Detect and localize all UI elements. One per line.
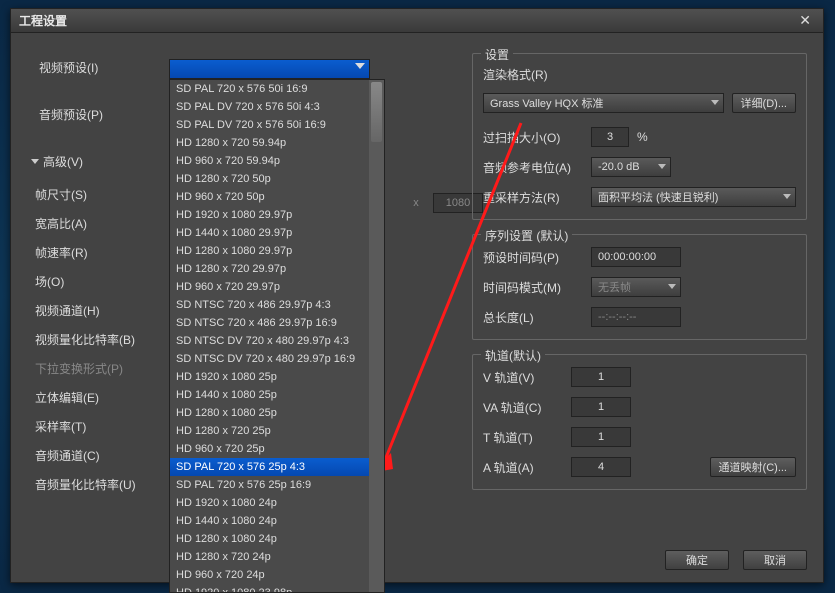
dropdown-item[interactable]: HD 1280 x 720 24p [170,548,371,566]
dropdown-item[interactable]: SD PAL 720 x 576 25p 4:3 [170,458,371,476]
va-track-input[interactable] [571,397,631,417]
nav-video-quant[interactable]: 视频量化比特率(B) [31,325,161,354]
dropdown-item[interactable]: HD 960 x 720 29.97p [170,278,371,296]
nav-sample-rate[interactable]: 采样率(T) [31,412,161,441]
dropdown-item[interactable]: HD 1280 x 720 29.97p [170,260,371,278]
dropdown-item[interactable]: SD PAL 720 x 576 25p 16:9 [170,476,371,494]
dropdown-item[interactable]: SD NTSC DV 720 x 480 29.97p 16:9 [170,350,371,368]
sidebar-nav: 视频预设(I) 音频预设(P) 高级(V) 帧尺寸(S) 宽高比(A) 帧速率(… [31,53,161,499]
total-len-label: 总长度(L) [483,309,583,326]
dropdown-item[interactable]: HD 1280 x 1080 24p [170,530,371,548]
v-track-label: V 轨道(V) [483,369,563,386]
dropdown-item[interactable]: HD 960 x 720 50p [170,188,371,206]
a-track-input[interactable] [571,457,631,477]
dropdown-item[interactable]: HD 1440 x 1080 29.97p [170,224,371,242]
dropdown-item[interactable]: SD PAL 720 x 576 50i 16:9 [170,80,371,98]
resample-label: 重采样方法(R) [483,189,583,206]
dropdown-item[interactable]: HD 1280 x 1080 29.97p [170,242,371,260]
project-settings-dialog: 工程设置 ✕ 视频预设(I) 音频预设(P) 高级(V) 帧尺寸(S) 宽高比(… [10,8,824,583]
nav-stereo[interactable]: 立体编辑(E) [31,383,161,412]
t-track-label: T 轨道(T) [483,429,563,446]
nav-advanced[interactable]: 高级(V) [31,147,161,176]
video-preset-combobox[interactable] [169,59,370,79]
nav-audio-preset[interactable]: 音频预设(P) [31,100,161,129]
cancel-button[interactable]: 取消 [743,550,807,570]
dropdown-item[interactable]: HD 1920 x 1080 25p [170,368,371,386]
v-track-input[interactable] [571,367,631,387]
sequence-fieldset: 序列设置 (默认) 预设时间码(P) 00:00:00:00 时间码模式(M) … [472,234,807,340]
detail-button[interactable]: 详细(D)... [732,93,796,113]
nav-video-preset[interactable]: 视频预设(I) [31,53,161,82]
dropdown-item[interactable]: HD 1440 x 1080 24p [170,512,371,530]
nav-video-channel[interactable]: 视频通道(H) [31,296,161,325]
dropdown-item[interactable]: SD PAL DV 720 x 576 50i 4:3 [170,98,371,116]
dropdown-item[interactable]: HD 1920 x 1080 29.97p [170,206,371,224]
chevron-down-icon [31,159,39,164]
sequence-legend: 序列设置 (默认) [481,227,572,244]
chevron-down-icon [711,100,719,105]
overscan-input[interactable] [591,127,629,147]
nav-frame-size[interactable]: 帧尺寸(S) [31,180,161,209]
tc-mode-label: 时间码模式(M) [483,279,583,296]
dropdown-item[interactable]: SD NTSC 720 x 486 29.97p 16:9 [170,314,371,332]
dropdown-item[interactable]: HD 960 x 720 59.94p [170,152,371,170]
bg-x: x [409,193,423,213]
dropdown-item[interactable]: HD 1920 x 1080 24p [170,494,371,512]
nav-field[interactable]: 场(O) [31,267,161,296]
chevron-down-icon [668,284,676,289]
render-format-select[interactable]: Grass Valley HQX 标准 [483,93,724,113]
dialog-title: 工程设置 [19,12,67,29]
preset-tc-label: 预设时间码(P) [483,249,583,266]
dropdown-item[interactable]: HD 1280 x 720 50p [170,170,371,188]
video-preset-dropdown: SD PAL 720 x 576 50i 16:9SD PAL DV 720 x… [169,79,385,593]
ok-button[interactable]: 确定 [665,550,729,570]
close-icon[interactable]: ✕ [795,12,815,29]
va-track-label: VA 轨道(C) [483,399,563,416]
audio-ref-label: 音频参考电位(A) [483,159,583,176]
dropdown-item[interactable]: HD 1280 x 1080 25p [170,404,371,422]
nav-aspect[interactable]: 宽高比(A) [31,209,161,238]
chevron-down-icon [783,194,791,199]
overscan-label: 过扫描大小(O) [483,129,583,146]
nav-pulldown: 下拉变换形式(P) [31,354,161,383]
scrollbar-thumb[interactable] [371,82,382,142]
channel-map-button[interactable]: 通道映射(C)... [710,457,796,477]
total-len-field: --:--:--:-- [591,307,681,327]
right-panel: 设置 渲染格式(R) Grass Valley HQX 标准 详细(D)... … [472,53,807,504]
footer-buttons: 确定 取消 [665,550,807,570]
dropdown-item[interactable]: HD 1280 x 720 59.94p [170,134,371,152]
render-format-label: 渲染格式(R) [483,66,548,83]
tracks-legend: 轨道(默认) [481,347,545,364]
dropdown-item[interactable]: HD 960 x 720 25p [170,440,371,458]
dropdown-item[interactable]: SD PAL DV 720 x 576 50i 16:9 [170,116,371,134]
dropdown-item[interactable]: SD NTSC 720 x 486 29.97p 4:3 [170,296,371,314]
settings-fieldset: 设置 渲染格式(R) Grass Valley HQX 标准 详细(D)... … [472,53,807,220]
dropdown-list[interactable]: SD PAL 720 x 576 50i 16:9SD PAL DV 720 x… [170,80,371,592]
dropdown-item[interactable]: HD 1280 x 720 25p [170,422,371,440]
titlebar: 工程设置 ✕ [11,9,823,33]
nav-frame-rate[interactable]: 帧速率(R) [31,238,161,267]
dropdown-item[interactable]: HD 1440 x 1080 25p [170,386,371,404]
scrollbar[interactable] [369,80,384,592]
nav-audio-channel[interactable]: 音频通道(C) [31,441,161,470]
chevron-down-icon [658,164,666,169]
resample-select[interactable]: 面积平均法 (快速且锐利) [591,187,796,207]
chevron-down-icon [355,63,365,69]
a-track-label: A 轨道(A) [483,459,563,476]
nav-advanced-children: 帧尺寸(S) 宽高比(A) 帧速率(R) 场(O) 视频通道(H) 视频量化比特… [31,180,161,499]
t-track-input[interactable] [571,427,631,447]
dropdown-item[interactable]: HD 960 x 720 24p [170,566,371,584]
preset-tc-field[interactable]: 00:00:00:00 [591,247,681,267]
dropdown-item[interactable]: SD NTSC DV 720 x 480 29.97p 4:3 [170,332,371,350]
tc-mode-select: 无丢帧 [591,277,681,297]
tracks-fieldset: 轨道(默认) V 轨道(V) VA 轨道(C) T 轨道(T) A 轨道(A) [472,354,807,490]
settings-legend: 设置 [481,46,513,63]
nav-audio-quant[interactable]: 音频量化比特率(U) [31,470,161,499]
percent-label: % [637,130,648,144]
audio-ref-select[interactable]: -20.0 dB [591,157,671,177]
